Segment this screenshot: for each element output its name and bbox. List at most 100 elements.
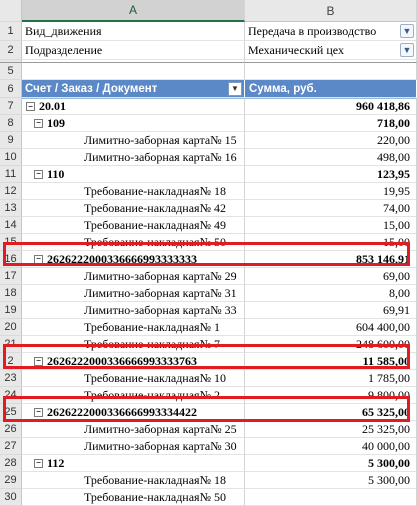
sum-value-cell[interactable]: 8,00 (245, 285, 417, 302)
row-number[interactable]: 14 (0, 217, 22, 234)
sum-value-cell[interactable]: 15,00 (245, 217, 417, 234)
sum-value-cell[interactable]: 25 325,00 (245, 421, 417, 438)
row-label-cell[interactable]: Лимитно-заборная карта№ 16 (22, 149, 245, 166)
row-label-cell[interactable]: Требование-накладная№ 50 (22, 489, 245, 506)
row-number[interactable]: 13 (0, 200, 22, 217)
row-number[interactable]: 8 (0, 115, 22, 132)
row-label-cell[interactable]: Требование-накладная№ 2 (22, 387, 245, 404)
sum-value-cell[interactable]: 74,00 (245, 200, 417, 217)
row-number[interactable]: 5 (0, 63, 22, 80)
row-number[interactable]: 16 (0, 251, 22, 268)
select-all-corner[interactable] (0, 0, 22, 22)
filter-funnel-icon[interactable]: ▼ (400, 24, 414, 38)
column-header-b[interactable]: B (245, 0, 417, 22)
sum-value-cell[interactable]: 9 800,00 (245, 387, 417, 404)
filter-value: Передача в производство (248, 23, 377, 38)
sum-value-cell[interactable]: 718,00 (245, 115, 417, 132)
row-label-cell[interactable]: Требование-накладная№ 50 (22, 234, 245, 251)
sum-value-cell[interactable]: 40 000,00 (245, 438, 417, 455)
sum-value-cell[interactable]: 15,00 (245, 234, 417, 251)
row-number[interactable]: 1 (0, 22, 22, 41)
row-number[interactable]: 9 (0, 132, 22, 149)
sum-value-cell[interactable]: 5 300,00 (245, 472, 417, 489)
row-label: 20.01 (39, 99, 66, 113)
dropdown-arrow-icon[interactable]: ▼ (228, 81, 242, 96)
row-label-cell[interactable]: Лимитно-заборная карта№ 29 (22, 268, 245, 285)
empty-cell[interactable] (22, 63, 245, 80)
collapse-toggle-icon[interactable]: − (34, 169, 43, 179)
sum-value-cell[interactable]: 5 300,00 (245, 455, 417, 472)
sum-value-cell[interactable]: 248 600,00 (245, 336, 417, 353)
sum-value-cell[interactable]: 853 146,91 (245, 251, 417, 268)
filter-value-cell[interactable]: Передача в производство ▼ (245, 22, 417, 41)
row-label-cell[interactable]: −2626222000336666993333763 (22, 353, 245, 370)
row-labels-header[interactable]: Счет / Заказ / Документ ▼ (22, 80, 245, 98)
sum-value-cell[interactable]: 123,95 (245, 166, 417, 183)
row-number[interactable]: 10 (0, 149, 22, 166)
row-label-cell[interactable]: Лимитно-заборная карта№ 33 (22, 302, 245, 319)
row-number[interactable]: 24 (0, 387, 22, 404)
row-label: Лимитно-заборная карта№ 25 (84, 421, 237, 436)
row-label-cell[interactable]: Требование-накладная№ 18 (22, 183, 245, 200)
row-label-cell[interactable]: −112 (22, 455, 245, 472)
row-label-cell[interactable]: −109 (22, 115, 245, 132)
row-label-cell[interactable]: −20.01 (22, 98, 245, 115)
column-header-a[interactable]: A (22, 0, 245, 22)
sum-value-cell[interactable]: 960 418,86 (245, 98, 417, 115)
row-number[interactable]: 17 (0, 268, 22, 285)
sum-value-cell[interactable]: 11 585,00 (245, 353, 417, 370)
row-number[interactable]: 23 (0, 370, 22, 387)
sum-value-cell[interactable]: 69,91 (245, 302, 417, 319)
collapse-toggle-icon[interactable]: − (34, 407, 43, 417)
row-number[interactable]: 7 (0, 98, 22, 115)
empty-cell[interactable] (245, 63, 417, 80)
sum-value-cell[interactable]: 1 785,00 (245, 370, 417, 387)
row-number[interactable]: 2 (0, 41, 22, 60)
row-label-cell[interactable]: −110 (22, 166, 245, 183)
row-label-cell[interactable]: Лимитно-заборная карта№ 30 (22, 438, 245, 455)
row-number[interactable]: 21 (0, 336, 22, 353)
row-number[interactable]: 27 (0, 438, 22, 455)
row-number[interactable]: 12 (0, 183, 22, 200)
collapse-toggle-icon[interactable]: − (34, 118, 43, 128)
row-number[interactable]: 26 (0, 421, 22, 438)
filter-field-label[interactable]: Вид_движения (22, 22, 245, 41)
sum-value-cell[interactable]: 604 400,00 (245, 319, 417, 336)
row-label-cell[interactable]: Требование-накладная№ 49 (22, 217, 245, 234)
row-number[interactable]: 11 (0, 166, 22, 183)
row-label-cell[interactable]: Лимитно-заборная карта№ 31 (22, 285, 245, 302)
sum-value-cell[interactable]: 65 325,00 (245, 404, 417, 421)
row-number[interactable]: 6 (0, 80, 22, 98)
row-number[interactable]: 20 (0, 319, 22, 336)
row-label-cell[interactable]: −2626222000336666993334422 (22, 404, 245, 421)
row-label-cell[interactable]: Требование-накладная№ 1 (22, 319, 245, 336)
collapse-toggle-icon[interactable]: − (26, 102, 35, 111)
sum-value-cell[interactable]: 498,00 (245, 149, 417, 166)
sum-value-cell[interactable] (245, 489, 417, 506)
row-label-cell[interactable]: Требование-накладная№ 10 (22, 370, 245, 387)
row-label-cell[interactable]: Требование-накладная№ 18 (22, 472, 245, 489)
filter-field-label[interactable]: Подразделение (22, 41, 245, 60)
row-label-cell[interactable]: −2626222000336666993333333 (22, 251, 245, 268)
row-number[interactable]: 29 (0, 472, 22, 489)
row-number[interactable]: 15 (0, 234, 22, 251)
collapse-toggle-icon[interactable]: − (34, 356, 43, 366)
row-number[interactable]: 2 (0, 353, 22, 370)
row-number[interactable]: 19 (0, 302, 22, 319)
row-label-cell[interactable]: Лимитно-заборная карта№ 25 (22, 421, 245, 438)
collapse-toggle-icon[interactable]: − (34, 458, 43, 468)
sum-value-cell[interactable]: 220,00 (245, 132, 417, 149)
values-header[interactable]: Сумма, руб. (245, 80, 417, 98)
collapse-toggle-icon[interactable]: − (34, 254, 43, 264)
row-number[interactable]: 18 (0, 285, 22, 302)
row-label-cell[interactable]: Требование-накладная№ 7 (22, 336, 245, 353)
sum-value-cell[interactable]: 69,00 (245, 268, 417, 285)
filter-value-cell[interactable]: Механический цех ▼ (245, 41, 417, 60)
sum-value-cell[interactable]: 19,95 (245, 183, 417, 200)
row-label-cell[interactable]: Требование-накладная№ 42 (22, 200, 245, 217)
row-number[interactable]: 28 (0, 455, 22, 472)
row-number[interactable]: 30 (0, 489, 22, 506)
filter-funnel-icon[interactable]: ▼ (400, 43, 414, 57)
row-label-cell[interactable]: Лимитно-заборная карта№ 15 (22, 132, 245, 149)
row-number[interactable]: 25 (0, 404, 22, 421)
